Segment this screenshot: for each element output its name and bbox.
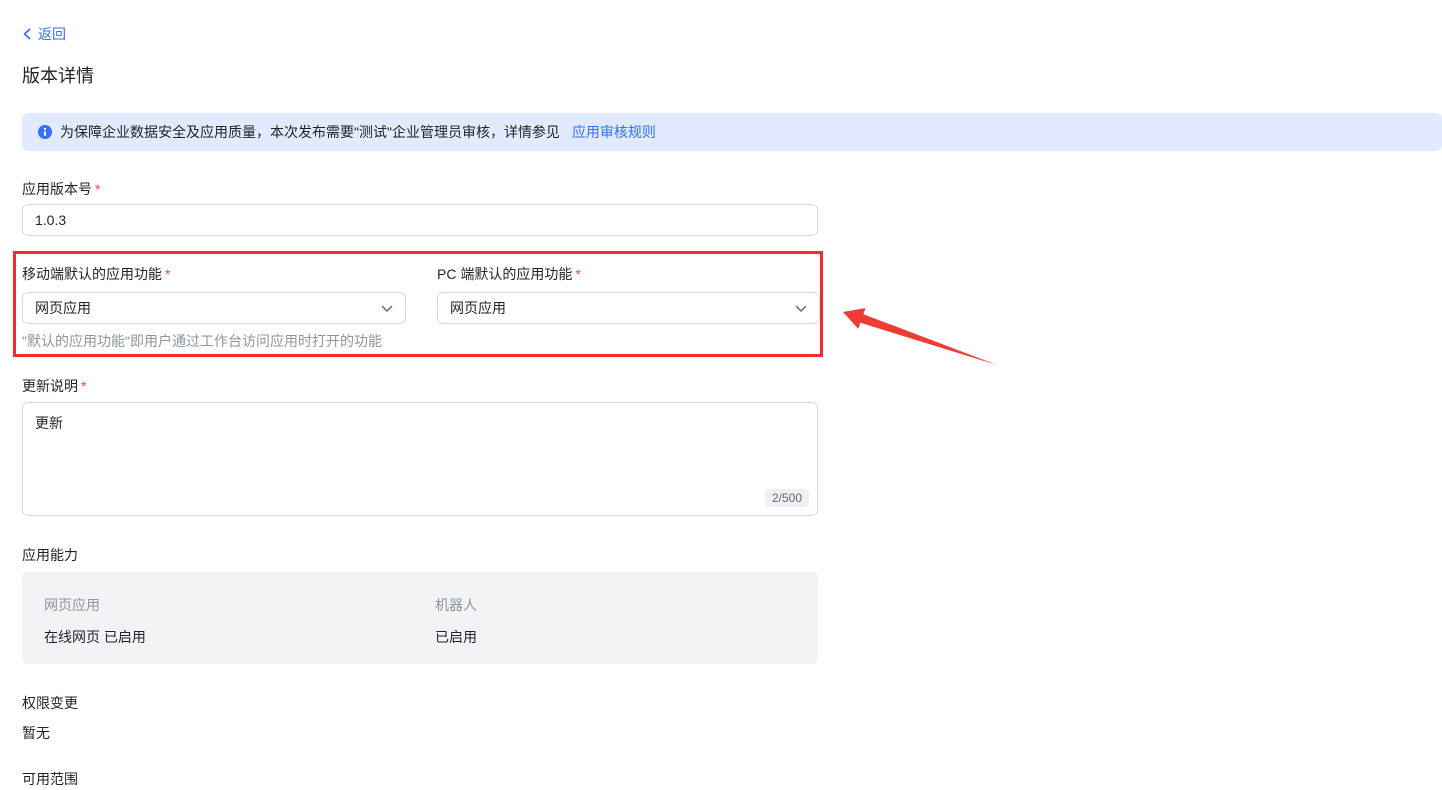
- capability-item: 网页应用 在线网页 已启用: [44, 595, 435, 664]
- info-icon: [38, 125, 52, 139]
- capabilities-panel: 网页应用 在线网页 已启用 机器人 已启用: [22, 572, 818, 664]
- page-title: 版本详情: [22, 62, 94, 88]
- mobile-default-label: 移动端默认的应用功能*: [22, 264, 170, 284]
- capability-status: 已启用: [435, 627, 818, 647]
- permissions-title: 权限变更: [22, 693, 78, 713]
- chevron-left-icon: [22, 28, 32, 40]
- required-asterisk: *: [95, 181, 100, 197]
- update-notes-field: 更新 2/500: [22, 402, 818, 516]
- chevron-down-icon: [381, 300, 393, 316]
- version-label: 应用版本号*: [22, 179, 100, 199]
- permissions-value: 暂无: [22, 723, 50, 743]
- capability-status: 在线网页 已启用: [44, 627, 435, 647]
- version-input[interactable]: [22, 204, 818, 236]
- annotation-arrow: [835, 298, 1005, 373]
- chevron-down-icon: [795, 300, 807, 316]
- mobile-default-select-value: 网页应用: [35, 298, 91, 318]
- version-detail-page: 返回 版本详情 为保障企业数据安全及应用质量，本次发布需要"测试"企业管理员审核…: [0, 0, 1442, 790]
- capabilities-title: 应用能力: [22, 545, 78, 565]
- update-notes-label: 更新说明*: [22, 376, 86, 396]
- required-asterisk: *: [81, 378, 86, 394]
- pc-default-select-value: 网页应用: [450, 298, 506, 318]
- default-function-hint: "默认的应用功能"即用户通过工作台访问应用时打开的功能: [22, 331, 382, 351]
- char-counter: 2/500: [765, 489, 809, 507]
- pc-default-label: PC 端默认的应用功能*: [437, 264, 581, 284]
- update-notes-textarea[interactable]: 更新: [23, 403, 817, 515]
- required-asterisk: *: [575, 266, 580, 282]
- banner-review-rules-link[interactable]: 应用审核规则: [572, 122, 656, 142]
- scope-title: 可用范围: [22, 769, 78, 789]
- required-asterisk: *: [165, 266, 170, 282]
- capability-name: 机器人: [435, 595, 818, 615]
- mobile-default-select[interactable]: 网页应用: [22, 292, 406, 324]
- capability-name: 网页应用: [44, 595, 435, 615]
- back-button[interactable]: 返回: [22, 24, 66, 44]
- capability-item: 机器人 已启用: [435, 595, 818, 664]
- banner-text: 为保障企业数据安全及应用质量，本次发布需要"测试"企业管理员审核，详情参见: [60, 122, 560, 142]
- back-label: 返回: [38, 24, 66, 44]
- pc-default-select[interactable]: 网页应用: [437, 292, 820, 324]
- info-banner: 为保障企业数据安全及应用质量，本次发布需要"测试"企业管理员审核，详情参见 应用…: [22, 113, 1442, 151]
